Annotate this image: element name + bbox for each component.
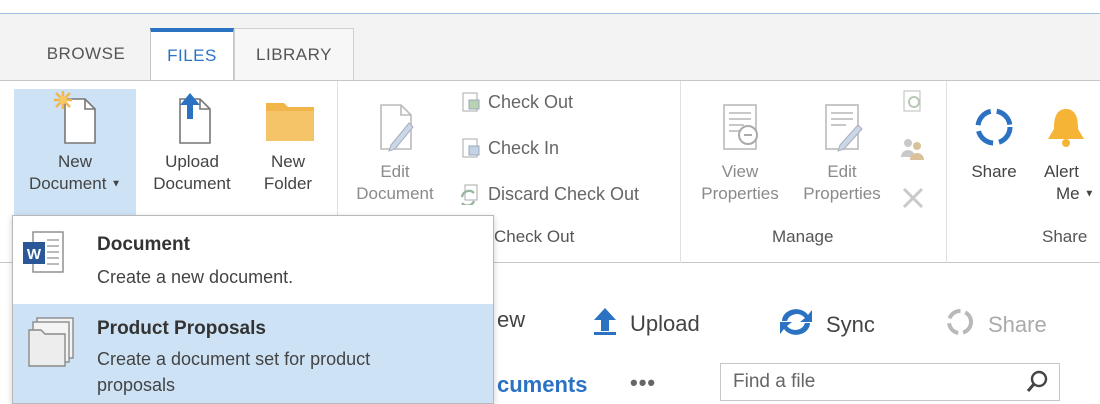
search-input[interactable]: Find a file <box>733 371 815 393</box>
alert-me-label-2: Me ▼ <box>1056 184 1095 203</box>
dropdown-item-title: Product Proposals <box>97 318 266 339</box>
dropdown-item-description: Create a new document. <box>97 267 294 287</box>
upload-command-button[interactable]: Upload <box>592 307 700 341</box>
search-icon[interactable] <box>1026 370 1049 400</box>
more-views-button[interactable]: ••• <box>630 370 656 396</box>
dropdown-item-product-proposals[interactable]: Product Proposals Create a document set … <box>13 304 493 403</box>
group-label-share: Share <box>1042 227 1088 246</box>
view-properties-button[interactable]: View Properties <box>690 99 790 205</box>
version-history-icon[interactable] <box>900 89 926 120</box>
dropdown-item-title: Document <box>97 234 190 255</box>
edit-document-label-1: Edit <box>380 162 410 181</box>
upload-document-label-2: Document <box>153 174 231 193</box>
new-command-button[interactable]: ew <box>497 307 525 333</box>
chevron-down-icon: ▼ <box>1084 188 1095 200</box>
new-document-label-1: New <box>57 152 92 171</box>
document-set-icon <box>27 316 79 373</box>
documents-view-link[interactable]: cuments <box>497 372 587 398</box>
check-out-button[interactable]: Check Out <box>460 91 573 113</box>
share-command-button[interactable]: Share <box>944 307 1047 343</box>
group-label-manage: Manage <box>772 227 834 246</box>
new-document-icon <box>51 89 99 145</box>
share-label: Share <box>971 162 1017 181</box>
view-properties-label-1: View <box>721 162 759 181</box>
upload-document-button[interactable]: Upload Document <box>144 89 240 195</box>
alert-me-button[interactable]: Alert Me ▼ <box>1036 99 1100 206</box>
share-button[interactable]: Share <box>958 99 1030 183</box>
top-border <box>0 0 1100 14</box>
word-document-icon: W <box>21 228 67 281</box>
dropdown-item-description: Create a document set for product propos… <box>97 349 371 395</box>
edit-document-label-2: Document <box>356 184 434 203</box>
edit-properties-button[interactable]: Edit Properties <box>794 99 890 205</box>
group-separator <box>680 81 681 263</box>
new-document-button[interactable]: New Document ▼ <box>14 89 136 215</box>
dropdown-item-document[interactable]: W Document Create a new document. <box>13 216 493 304</box>
edit-properties-icon <box>818 99 866 155</box>
sync-command-button[interactable]: Sync <box>778 307 875 343</box>
shared-with-icon[interactable] <box>900 135 926 166</box>
share-icon <box>970 99 1018 155</box>
upload-arrow-icon <box>592 307 618 341</box>
check-out-icon <box>460 91 482 113</box>
ribbon-tab-strip: BROWSE FILES LIBRARY <box>0 14 1100 80</box>
edit-properties-label-2: Properties <box>803 184 881 203</box>
edit-properties-label-1: Edit <box>827 162 857 181</box>
view-properties-icon <box>716 99 764 155</box>
upload-document-icon <box>168 89 216 145</box>
upload-document-label-1: Upload <box>165 152 219 171</box>
chevron-down-icon: ▼ <box>111 178 122 190</box>
svg-text:W: W <box>27 246 42 263</box>
new-document-dropdown: W Document Create a new document. Produc… <box>12 215 494 404</box>
view-properties-label-2: Properties <box>701 184 779 203</box>
new-folder-label-2: Folder <box>263 174 313 193</box>
new-document-label-2: Document ▼ <box>28 174 122 193</box>
folder-icon <box>264 89 314 145</box>
search-box[interactable]: Find a file <box>720 363 1060 401</box>
check-in-button[interactable]: Check In <box>460 137 559 159</box>
share-icon <box>944 307 976 343</box>
tab-files[interactable]: FILES <box>150 28 234 80</box>
tab-browse[interactable]: BROWSE <box>26 28 146 80</box>
group-separator <box>946 81 947 263</box>
discard-check-out-button[interactable]: Discard Check Out <box>460 183 639 207</box>
edit-document-icon <box>371 99 419 155</box>
group-label-check-out: Check Out <box>494 227 575 246</box>
new-folder-label-1: New <box>270 152 305 171</box>
delete-icon[interactable] <box>900 185 926 216</box>
alert-me-label-1: Alert <box>1044 162 1079 181</box>
edit-document-button[interactable]: Edit Document <box>345 99 445 205</box>
sync-icon <box>778 307 814 343</box>
check-in-icon <box>460 137 482 159</box>
bell-icon <box>1042 99 1090 155</box>
new-folder-button[interactable]: New Folder <box>248 89 328 195</box>
discard-check-out-icon <box>460 183 482 207</box>
tab-library[interactable]: LIBRARY <box>234 28 354 80</box>
